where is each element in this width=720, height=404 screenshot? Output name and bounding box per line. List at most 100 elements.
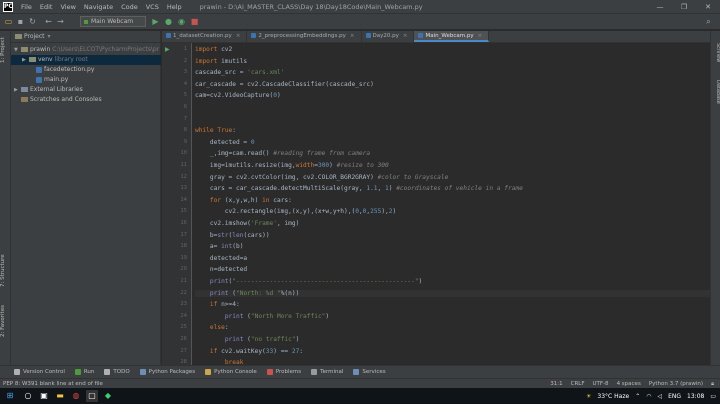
run-icon[interactable]: ▶ (151, 17, 160, 26)
structure-tool-tab[interactable]: 7: Structure (0, 251, 11, 291)
line-number: 26 (180, 336, 187, 342)
sync-icon[interactable]: ↻ (28, 17, 37, 26)
expand-arrow-icon[interactable]: ▼ (14, 45, 21, 55)
code-line[interactable]: import imutils (195, 58, 247, 65)
close-window-button[interactable]: ✕ (696, 0, 720, 14)
close-tab-icon[interactable]: × (350, 33, 355, 39)
project-header-label[interactable]: Project (24, 33, 45, 40)
code-line[interactable]: if n>=4: (195, 301, 240, 308)
code-line[interactable]: print ("North: %d "%(n)) (195, 289, 710, 297)
file-explorer-icon[interactable]: ▬ (54, 390, 66, 402)
menu-file[interactable]: File (17, 3, 36, 11)
forward-arrow-icon[interactable]: → (56, 17, 65, 26)
code-line[interactable]: detected=a (195, 255, 247, 262)
menu-navigate[interactable]: Navigate (80, 3, 117, 11)
volume-icon[interactable]: ◁ (657, 393, 662, 400)
tray-chevron-icon[interactable]: ⌃ (635, 393, 640, 400)
network-icon[interactable]: ◠ (646, 393, 651, 400)
menu-help[interactable]: Help (163, 3, 186, 11)
tree-item-facedetection[interactable]: facedetection.py (11, 65, 161, 75)
menu-edit[interactable]: Edit (36, 3, 57, 11)
code-line[interactable]: a= int(b) (195, 243, 244, 250)
menu-code[interactable]: Code (117, 3, 142, 11)
debug-icon[interactable]: ● (164, 17, 173, 26)
chevron-down-icon[interactable]: ▾ (48, 33, 51, 40)
code-line[interactable]: print ("North More Traffic") (195, 313, 329, 320)
search-icon[interactable]: ○ (22, 390, 34, 402)
stop-icon[interactable]: ■ (190, 17, 199, 26)
tree-item-external-libraries[interactable]: ▶ External Libraries (11, 85, 161, 95)
tree-item-venv[interactable]: ▶ venv library root (11, 55, 161, 65)
code-token: else (209, 324, 225, 332)
collapse-arrow-icon[interactable]: ▶ (14, 85, 21, 95)
code-editor[interactable]: import cv2 import imutils cascade_src = 'c… (193, 43, 710, 365)
bottom-tab-version-control[interactable]: Version Control (14, 369, 65, 375)
minimize-button[interactable]: — (648, 0, 672, 14)
code-line[interactable]: else: (195, 324, 229, 331)
close-tab-icon[interactable]: × (403, 33, 408, 39)
tree-item-scratches[interactable]: Scratches and Consoles (11, 95, 161, 105)
collapse-arrow-icon[interactable]: ▶ (22, 55, 29, 65)
save-icon[interactable]: ▪ (16, 17, 25, 26)
notifications-icon[interactable]: ▭ (710, 393, 716, 400)
bottom-tab-terminal[interactable]: Terminal (311, 369, 343, 375)
code-line[interactable]: car_cascade = cv2.CascadeClassifier(casc… (195, 81, 374, 88)
clock[interactable]: 13:08 (687, 393, 704, 400)
code-line[interactable]: detected = 0 (195, 139, 255, 146)
maximize-button[interactable]: ❐ (672, 0, 696, 14)
code-line[interactable]: cam=cv2.VideoCapture(0) (195, 92, 281, 99)
chrome-icon[interactable]: ◍ (70, 390, 82, 402)
code-line[interactable]: for (x,y,w,h) in cars: (195, 197, 292, 204)
tree-item-main[interactable]: main.py (11, 75, 161, 85)
tree-item-prawin[interactable]: ▼ prawin C:\Users\ELCOT\PycharmProjects\p… (11, 45, 161, 55)
language-indicator[interactable]: ENG (668, 393, 681, 400)
code-token: True (217, 127, 233, 135)
code-line[interactable]: cascade_src = 'cars.xml' (195, 69, 284, 76)
code-token: detected = (195, 138, 251, 146)
coverage-icon[interactable]: ◉ (177, 17, 186, 26)
close-tab-icon[interactable]: × (236, 33, 241, 39)
bottom-tab-services[interactable]: Services (353, 369, 386, 375)
bottom-tab-python-console[interactable]: Python Console (205, 369, 257, 375)
code-line[interactable]: cv2.rectangle(img,(x,y),(x+w,y+h),(0,0,2… (195, 208, 396, 215)
database-tool-tab[interactable]: Database (711, 75, 720, 109)
code-line[interactable]: n=detected (195, 266, 247, 273)
editor-tab-datasetcreation[interactable]: 1_datasetCreation.py × (162, 31, 248, 42)
editor-tab-preprocessing[interactable]: 2_preprocessingEmbeddings.py × (247, 31, 362, 42)
back-arrow-icon[interactable]: ← (44, 17, 53, 26)
favorites-tool-tab[interactable]: 2: Favorites (0, 301, 11, 341)
code-line[interactable]: _,img=cam.read() #reading frame from cam… (195, 150, 370, 157)
task-view-icon[interactable]: ▣ (38, 390, 50, 402)
bottom-tab-label: Python Packages (148, 369, 196, 375)
code-line[interactable]: if cv2.waitKey(33) == 27: (195, 348, 303, 355)
bottom-tab-todo[interactable]: TODO (104, 369, 130, 375)
menu-view[interactable]: View (56, 3, 79, 11)
bottom-tab-problems[interactable]: Problems (266, 369, 301, 375)
bottom-tab-python-packages[interactable]: Python Packages (139, 369, 196, 375)
code-line[interactable]: print("---------------------------------… (195, 278, 422, 285)
code-line[interactable]: import cv2 (195, 46, 232, 53)
pycharm-taskbar-icon[interactable]: ▢ (86, 390, 98, 402)
code-line[interactable]: while True: (195, 127, 236, 134)
tool-window-icon (74, 369, 81, 375)
code-line[interactable]: img=imutils.resize(img,width=300) #resiz… (195, 162, 389, 169)
code-line[interactable]: gray = cv2.cvtColor(img, cv2.COLOR_BGR2G… (195, 174, 448, 181)
sciview-tool-tab[interactable]: SciView (711, 37, 720, 69)
windows-start-icon[interactable]: ⊞ (4, 390, 16, 402)
run-configuration-select[interactable]: Main Webcam (80, 16, 146, 27)
weather-text[interactable]: 33°C Haze (597, 393, 629, 400)
bottom-tab-label: Services (362, 369, 386, 375)
code-line[interactable]: cars = car_cascade.detectMultiScale(gray… (195, 185, 523, 192)
editor-tab-main-webcam[interactable]: Main_Webcam.py × (414, 31, 490, 42)
code-line[interactable]: print ("no traffic") (195, 336, 300, 343)
app-taskbar-icon[interactable]: ◆ (102, 390, 114, 402)
project-tool-tab[interactable]: 1: Project (0, 35, 11, 65)
search-everywhere-icon[interactable]: ⌕ (704, 17, 713, 26)
open-folder-icon[interactable]: ▭ (4, 17, 13, 26)
code-line[interactable]: b=str(len(cars)) (195, 232, 270, 239)
menu-vcs[interactable]: VCS (142, 3, 163, 11)
code-line[interactable]: cv2.imshow('Frame', img) (195, 220, 299, 227)
bottom-tab-run[interactable]: Run (74, 369, 94, 375)
close-tab-icon[interactable]: × (478, 33, 483, 39)
editor-tab-day20[interactable]: Day20.py × (362, 31, 415, 42)
